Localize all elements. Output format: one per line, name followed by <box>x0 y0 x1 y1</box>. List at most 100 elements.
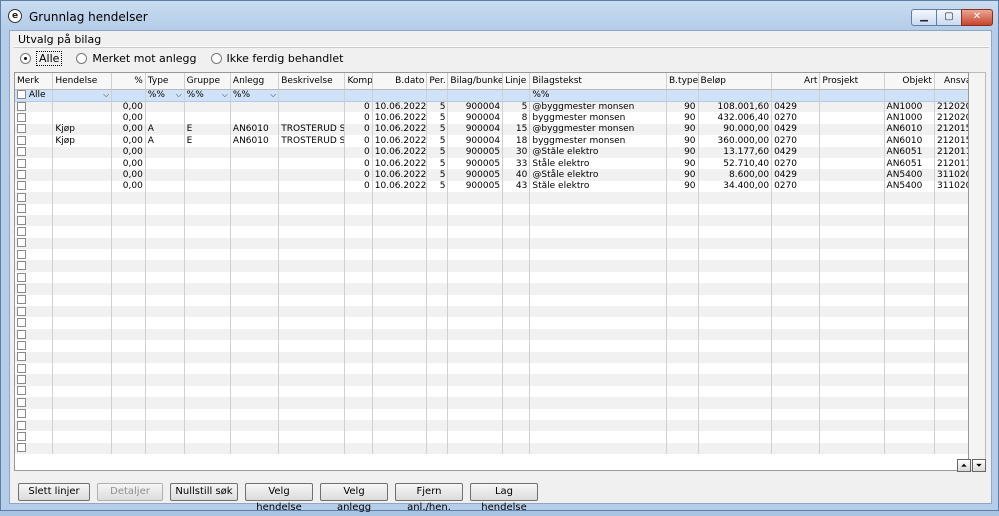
merk-cell[interactable] <box>15 306 54 318</box>
row-checkbox[interactable] <box>17 192 26 202</box>
scroll-bottom-button[interactable]: ⏷ <box>972 459 986 472</box>
row-checkbox[interactable] <box>17 352 26 362</box>
table-row[interactable]: 0,00 0 10.06.2022 5 900004 8 byggmester monsen… <box>15 112 968 124</box>
column-header[interactable]: Gruppe <box>184 73 231 90</box>
radio-button[interactable] <box>20 52 31 64</box>
chevron-down-icon[interactable]: ⌵ <box>222 90 228 100</box>
column-header[interactable]: Per. <box>426 73 449 90</box>
empty-row[interactable] <box>15 340 968 352</box>
table-row[interactable]: 0,00 0 10.06.2022 5 900005 40 @Ståle elektro 90… <box>15 169 968 181</box>
merk-cell[interactable] <box>15 260 54 272</box>
filter-cell[interactable]: %% ⌵ <box>230 89 280 102</box>
column-header[interactable]: Komp <box>344 73 373 90</box>
row-checkbox[interactable] <box>17 238 26 248</box>
merk-cell[interactable] <box>15 351 54 363</box>
row-checkbox[interactable] <box>17 295 26 305</box>
filter-cell[interactable]: ⌵ <box>52 89 113 102</box>
merk-cell[interactable] <box>15 397 54 409</box>
row-checkbox[interactable] <box>17 261 26 271</box>
merk-cell[interactable] <box>15 101 54 113</box>
column-header[interactable]: Bilagstekst <box>529 73 667 90</box>
row-checkbox[interactable] <box>17 181 26 191</box>
merk-cell[interactable] <box>15 192 54 204</box>
row-checkbox[interactable] <box>17 135 26 145</box>
column-header[interactable]: Merk <box>15 73 54 90</box>
row-checkbox[interactable] <box>17 226 26 236</box>
merk-cell[interactable] <box>15 226 54 238</box>
empty-row[interactable] <box>15 260 968 272</box>
merk-cell[interactable] <box>15 157 54 170</box>
row-checkbox[interactable] <box>17 170 26 180</box>
empty-row[interactable] <box>15 203 968 215</box>
radio-button[interactable] <box>76 52 88 64</box>
merk-cell[interactable] <box>15 146 54 158</box>
lag-hendelse-button[interactable]: Lag hendelse <box>470 483 538 513</box>
empty-row[interactable] <box>15 374 968 386</box>
filter-cell[interactable] <box>111 89 146 102</box>
empty-row[interactable] <box>15 362 968 375</box>
row-checkbox[interactable] <box>17 101 26 111</box>
merk-cell[interactable] <box>15 203 54 215</box>
fjern-anl-hen-button[interactable]: Fjern anl./hen. <box>395 483 463 513</box>
row-checkbox[interactable] <box>17 375 26 385</box>
merk-cell[interactable] <box>15 237 54 250</box>
empty-row[interactable] <box>15 351 968 363</box>
empty-row[interactable] <box>15 419 968 432</box>
empty-row[interactable] <box>15 249 968 261</box>
merk-cell[interactable] <box>15 419 54 432</box>
merk-cell[interactable] <box>15 169 54 181</box>
row-checkbox[interactable] <box>17 113 26 123</box>
filter-option-2[interactable]: Ikke ferdig behandlet <box>210 52 343 65</box>
row-checkbox[interactable] <box>17 329 26 339</box>
row-checkbox[interactable] <box>17 283 26 293</box>
empty-row[interactable] <box>15 306 968 318</box>
column-header[interactable]: % <box>111 73 146 90</box>
empty-row[interactable] <box>15 192 968 204</box>
filter-option-0[interactable]: Alle <box>20 50 63 66</box>
vertical-scrollbar[interactable] <box>969 72 986 471</box>
table-row[interactable]: 0,00 0 10.06.2022 5 900004 5 @byggmester monse… <box>15 101 968 113</box>
column-header[interactable]: Anlegg <box>230 73 280 90</box>
row-checkbox[interactable] <box>17 397 26 407</box>
close-button[interactable]: ✕ <box>961 9 993 26</box>
empty-row[interactable] <box>15 237 968 250</box>
merk-cell[interactable] <box>15 283 54 295</box>
column-header[interactable]: Bilag/bunke <box>447 73 504 90</box>
table-row[interactable]: 0,00 0 10.06.2022 5 900005 33 Ståle elektro 90 5… <box>15 157 968 170</box>
merk-cell[interactable] <box>15 408 54 420</box>
column-header[interactable]: B.type <box>666 73 699 90</box>
merk-cell[interactable] <box>15 431 54 443</box>
merk-cell[interactable] <box>15 294 54 307</box>
column-header[interactable]: Ansvar <box>934 73 968 90</box>
empty-row[interactable] <box>15 226 968 238</box>
row-checkbox[interactable] <box>17 420 26 430</box>
empty-row[interactable] <box>15 317 968 329</box>
row-checkbox[interactable] <box>17 272 26 282</box>
table-row[interactable]: 0,00 0 10.06.2022 5 900005 43 Ståle elektro 90 3… <box>15 180 968 193</box>
scroll-top-button[interactable]: ⏶ <box>957 459 971 472</box>
column-header[interactable]: Art <box>771 73 821 90</box>
column-header[interactable]: Beskrivelse <box>278 73 346 90</box>
filter-option-1[interactable]: Merket mot anlegg <box>76 52 197 65</box>
merk-cell[interactable] <box>15 135 54 147</box>
merk-cell[interactable] <box>15 362 54 375</box>
nullstill-sok-button[interactable]: Nullstill søk <box>170 483 238 501</box>
empty-row[interactable] <box>15 214 968 227</box>
column-header[interactable]: Objekt <box>884 73 935 90</box>
merk-cell[interactable] <box>15 249 54 261</box>
row-checkbox[interactable] <box>17 443 26 453</box>
filter-cell[interactable]: %% ⌵ <box>184 89 231 102</box>
row-checkbox[interactable] <box>17 432 26 442</box>
merk-cell[interactable] <box>15 180 54 193</box>
row-checkbox[interactable] <box>17 249 26 259</box>
filter-cell[interactable]: %% <box>529 89 667 102</box>
filter-cell[interactable]: Alle <box>15 89 54 102</box>
chevron-down-icon[interactable]: ⌵ <box>176 90 182 100</box>
row-checkbox[interactable] <box>17 147 26 157</box>
row-checkbox[interactable] <box>17 386 26 396</box>
radio-button[interactable] <box>210 52 222 64</box>
row-checkbox[interactable] <box>17 409 26 419</box>
column-header[interactable]: Prosjekt <box>819 73 885 90</box>
velg-anlegg-button[interactable]: Velg anlegg <box>320 483 388 513</box>
merk-cell[interactable] <box>15 123 54 136</box>
